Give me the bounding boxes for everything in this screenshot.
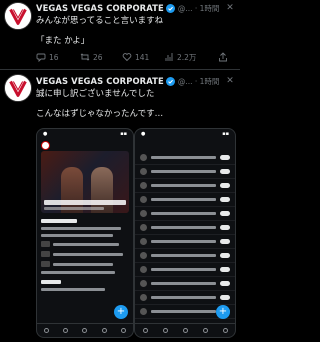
vegas-logo-icon: [5, 3, 31, 29]
avatar[interactable]: [4, 2, 32, 30]
list-item: [135, 277, 235, 291]
tweet-text-line1: 誠に申し訳ございませんでした: [36, 89, 155, 99]
phone-tab-bar: [37, 323, 133, 337]
list-item: [41, 227, 129, 230]
retweet-button[interactable]: 26: [80, 52, 103, 62]
verified-badge-icon: [165, 76, 175, 86]
handle-time: @... · 1時間: [177, 3, 220, 13]
handle-time: @... · 1時間: [177, 76, 220, 86]
hero-title-bar: [44, 200, 126, 205]
more-icon[interactable]: ✕: [224, 76, 236, 86]
display-name[interactable]: VEGAS VEGAS CORPORATE: [36, 76, 164, 86]
tweet-1[interactable]: VEGAS VEGAS CORPORATE @... · 1時間 ✕ みんなが思…: [0, 0, 240, 70]
phone-app-header: [135, 139, 235, 151]
display-name[interactable]: VEGAS VEGAS CORPORATE: [36, 3, 164, 13]
avatar[interactable]: [4, 74, 32, 102]
tweet-header: VEGAS VEGAS CORPORATE @... · 1時間: [36, 75, 224, 87]
list-item: [135, 263, 235, 277]
attached-image-left[interactable]: ● ▪▪ +: [36, 128, 134, 338]
views-button[interactable]: 2.2万: [164, 52, 196, 63]
tweet-text: みんなが思ってること言いますね: [36, 16, 164, 26]
vegas-logo-icon: [5, 75, 31, 101]
like-icon: [122, 53, 132, 62]
section-heading: [41, 280, 61, 284]
attached-image-right[interactable]: ● ▪▪ +: [134, 128, 236, 338]
list-item: [135, 207, 235, 221]
phone-app-header: [37, 139, 133, 151]
hero-subtitle-bar: [44, 207, 104, 210]
list-item: [135, 291, 235, 305]
tweet-header: VEGAS VEGAS CORPORATE @... · 1時間: [36, 2, 224, 14]
list-item: [135, 235, 235, 249]
reply-button[interactable]: 16: [36, 52, 59, 62]
list-item: [41, 234, 129, 237]
list-item: [41, 271, 129, 274]
list-item: [135, 221, 235, 235]
reply-icon: [36, 53, 46, 62]
list-item: [135, 249, 235, 263]
phone-status-bar: ● ▪▪: [141, 131, 229, 137]
retweet-count: 26: [93, 52, 103, 62]
list-item: [41, 288, 129, 291]
share-icon: [219, 52, 227, 62]
tweet-quote: 「また かよ」: [36, 36, 90, 46]
verified-badge-icon: [165, 3, 175, 13]
views-icon: [165, 53, 173, 61]
list-item: [41, 261, 129, 267]
list-item: [135, 179, 235, 193]
list-item: [41, 241, 129, 247]
compose-fab-icon: +: [114, 305, 128, 319]
tweet-text-line2: こんなはずじゃなかったんです…: [36, 109, 164, 119]
list-item: [135, 151, 235, 165]
phone-tab-bar: [135, 323, 235, 337]
hero-banner: [41, 151, 129, 213]
list-item: [135, 165, 235, 179]
reply-count: 16: [49, 52, 59, 62]
compose-fab-icon: +: [216, 305, 230, 319]
like-button[interactable]: 141: [122, 52, 149, 62]
retweet-icon: [80, 53, 90, 61]
more-icon[interactable]: ✕: [224, 3, 236, 13]
list-item: [41, 251, 129, 257]
list-item: [135, 193, 235, 207]
section-heading: [41, 219, 77, 223]
share-button[interactable]: [218, 52, 231, 62]
mini-logo-icon: [41, 140, 50, 150]
like-count: 141: [135, 52, 150, 62]
view-count: 2.2万: [177, 52, 197, 62]
phone-status-bar: ● ▪▪: [43, 131, 127, 137]
action-bar: 16 26 141 2.2万: [34, 51, 234, 63]
